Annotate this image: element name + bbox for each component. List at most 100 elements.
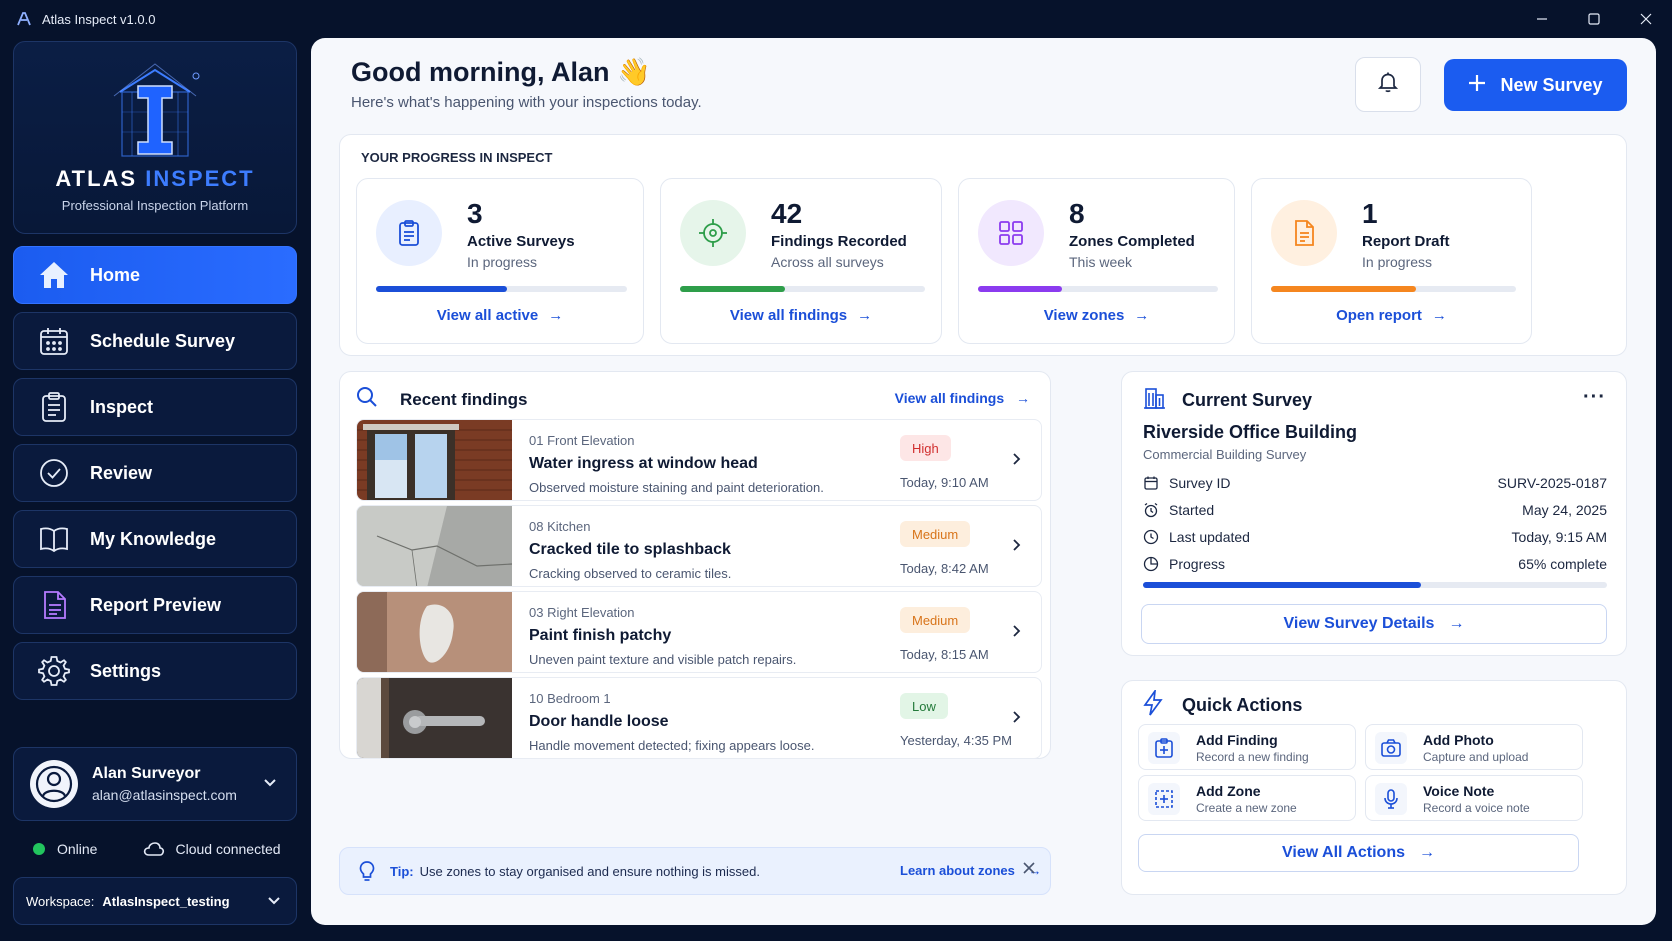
finding-title: Door handle loose bbox=[529, 713, 669, 730]
chevron-right-icon bbox=[1009, 452, 1023, 471]
stat-progress-fill bbox=[978, 286, 1062, 292]
sidebar-item-schedule-survey[interactable]: Schedule Survey bbox=[13, 312, 297, 370]
quick-actions-header: Quick Actions bbox=[1142, 687, 1303, 721]
arrow-right-icon: → bbox=[1016, 390, 1030, 406]
finding-title: Cracked tile to splashback bbox=[529, 541, 731, 558]
finding-description: Observed moisture staining and paint det… bbox=[529, 480, 824, 495]
view-all-active-link[interactable]: View all active → bbox=[357, 307, 643, 324]
finding-row[interactable]: 08 Kitchen Cracked tile to splashback Cr… bbox=[356, 505, 1042, 587]
finding-zone: 01 Front Elevation bbox=[529, 433, 635, 448]
lightbulb-icon bbox=[358, 860, 376, 882]
quick-action-title: Voice Note bbox=[1423, 783, 1495, 799]
more-options-icon[interactable]: ··· bbox=[1583, 386, 1606, 409]
stat-link-label: Open report bbox=[1336, 307, 1422, 324]
finding-row[interactable]: 01 Front Elevation Water ingress at wind… bbox=[356, 419, 1042, 501]
calendar-icon bbox=[1143, 475, 1159, 491]
tip-banner: Tip: Use zones to stay organised and ens… bbox=[339, 847, 1051, 895]
stat-label: Findings Recorded bbox=[771, 233, 907, 250]
view-all-findings-link[interactable]: View all findings → bbox=[661, 307, 941, 324]
user-name: Alan Surveyor bbox=[92, 765, 201, 782]
survey-meta-row: Started May 24, 2025 bbox=[1143, 501, 1607, 519]
close-icon[interactable] bbox=[1022, 861, 1036, 878]
stat-value: 42 bbox=[771, 198, 803, 229]
finding-time: Today, 8:15 AM bbox=[900, 647, 989, 662]
arrow-right-icon: → bbox=[1419, 844, 1435, 861]
workspace-selector[interactable]: Workspace: AtlasInspect_testing bbox=[13, 877, 297, 925]
new-survey-button[interactable]: New Survey bbox=[1444, 59, 1627, 111]
stat-progress-bar bbox=[680, 286, 925, 292]
add-zone-button[interactable]: Add Zone Create a new zone bbox=[1138, 775, 1356, 821]
lightning-icon bbox=[1142, 687, 1164, 721]
chevron-right-icon bbox=[1009, 624, 1023, 643]
view-zones-link[interactable]: View zones → bbox=[959, 307, 1234, 324]
quick-action-subtitle: Record a new finding bbox=[1196, 750, 1309, 764]
add-finding-button[interactable]: Add Finding Record a new finding bbox=[1138, 724, 1356, 770]
sidebar-item-review[interactable]: Review bbox=[13, 444, 297, 502]
sidebar-item-label: Inspect bbox=[90, 396, 154, 417]
clipboard-icon bbox=[36, 389, 72, 425]
learn-about-zones-link[interactable]: Learn about zones → bbox=[900, 863, 1041, 878]
main-panel: Good morning, Alan 👋 Here's what's happe… bbox=[311, 38, 1656, 925]
atlas-logo-icon bbox=[113, 63, 200, 157]
quick-action-title: Add Zone bbox=[1196, 783, 1261, 799]
learn-link-label: Learn about zones bbox=[900, 863, 1015, 878]
chevron-right-icon bbox=[1009, 710, 1023, 729]
stat-progress-fill bbox=[376, 286, 507, 292]
stat-value: 3 bbox=[467, 198, 483, 229]
sidebar-item-home[interactable]: Home bbox=[13, 246, 297, 304]
app-logo-icon bbox=[16, 11, 32, 27]
stat-card-findings-recorded: 42 Findings Recorded Across all surveys … bbox=[660, 178, 942, 344]
open-report-link[interactable]: Open report → bbox=[1252, 307, 1531, 324]
avatar bbox=[30, 760, 78, 808]
stat-subtitle: In progress bbox=[467, 254, 538, 270]
view-survey-details-button[interactable]: View Survey Details → bbox=[1141, 604, 1607, 644]
tip-label: Tip: bbox=[390, 863, 414, 879]
notifications-button[interactable] bbox=[1355, 57, 1421, 112]
home-icon bbox=[36, 257, 72, 293]
finding-row[interactable]: 03 Right Elevation Paint finish patchy U… bbox=[356, 591, 1042, 673]
plus-icon bbox=[1468, 74, 1486, 97]
severity-badge: High bbox=[900, 435, 951, 461]
sidebar-item-inspect[interactable]: Inspect bbox=[13, 378, 297, 436]
new-survey-label: New Survey bbox=[1500, 74, 1603, 95]
quick-action-title: Add Finding bbox=[1196, 732, 1278, 748]
quick-action-subtitle: Capture and upload bbox=[1423, 750, 1529, 764]
severity-badge: Medium bbox=[900, 607, 971, 633]
quick-actions-title: Quick Actions bbox=[1182, 695, 1303, 715]
voice-note-button[interactable]: Voice Note Record a voice note bbox=[1365, 775, 1583, 821]
view-all-actions-button[interactable]: View All Actions → bbox=[1138, 834, 1579, 872]
brand-panel: ATLAS INSPECT Professional Inspection Pl… bbox=[13, 41, 297, 234]
view-all-findings-link[interactable]: View all findings → bbox=[895, 390, 1030, 406]
finding-description: Handle movement detected; fixing appears… bbox=[529, 738, 815, 753]
stat-link-label: View zones bbox=[1043, 307, 1125, 324]
sidebar-item-my-knowledge[interactable]: My Knowledge bbox=[13, 510, 297, 568]
survey-type: Commercial Building Survey bbox=[1143, 447, 1307, 462]
user-card[interactable]: Alan Surveyor alan@atlasinspect.com bbox=[13, 747, 297, 821]
close-button[interactable] bbox=[1620, 0, 1672, 38]
stat-value: 1 bbox=[1362, 198, 1378, 229]
meta-value: May 24, 2025 bbox=[1522, 502, 1607, 518]
minimize-button[interactable] bbox=[1516, 0, 1568, 38]
maximize-button[interactable] bbox=[1568, 0, 1620, 38]
recent-findings-title: Recent findings bbox=[400, 389, 528, 409]
sidebar-item-label: Home bbox=[90, 264, 141, 285]
online-indicator-icon bbox=[33, 843, 45, 855]
finding-zone: 03 Right Elevation bbox=[529, 605, 635, 620]
add-zone-icon bbox=[1148, 783, 1180, 815]
view-survey-details-label: View Survey Details bbox=[1283, 615, 1435, 632]
current-survey-title: Current Survey bbox=[1182, 390, 1313, 410]
stat-subtitle: Across all surveys bbox=[771, 254, 884, 270]
stat-link-label: View all findings bbox=[729, 307, 848, 324]
building-icon bbox=[1142, 386, 1166, 415]
wall-photo bbox=[357, 592, 512, 672]
add-photo-button[interactable]: Add Photo Capture and upload bbox=[1365, 724, 1583, 770]
sidebar-item-report-preview[interactable]: Report Preview bbox=[13, 576, 297, 634]
survey-progress-fill bbox=[1143, 582, 1422, 588]
sidebar-item-settings[interactable]: Settings bbox=[13, 642, 297, 700]
survey-name: Riverside Office Building bbox=[1143, 422, 1358, 442]
chevron-down-icon[interactable] bbox=[262, 774, 278, 795]
door-photo bbox=[357, 678, 512, 758]
stat-value: 8 bbox=[1069, 198, 1085, 229]
finding-row[interactable]: 10 Bedroom 1 Door handle loose Handle mo… bbox=[356, 677, 1042, 759]
page-title: Good morning, Alan 👋 bbox=[351, 57, 651, 87]
